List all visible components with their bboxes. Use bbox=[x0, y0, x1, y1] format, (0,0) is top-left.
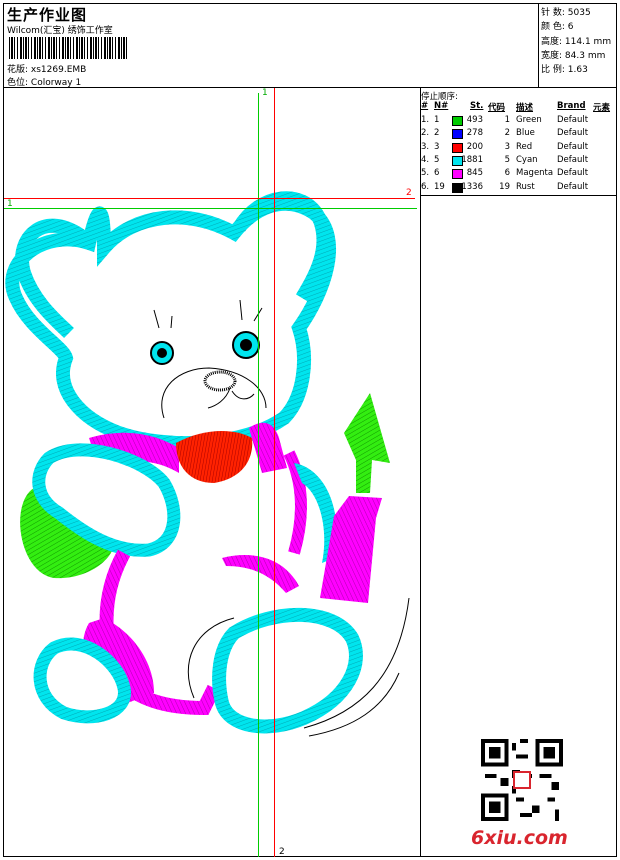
stitches-value: 5035 bbox=[567, 8, 591, 18]
eyes bbox=[150, 299, 263, 409]
pattern-label: 花版: bbox=[7, 65, 29, 75]
cell-code: 19 bbox=[499, 181, 510, 192]
guide-label-h1: 1 bbox=[7, 199, 13, 209]
colorway-value: Colorway 1 bbox=[30, 78, 82, 88]
guide-horizontal-green bbox=[4, 208, 417, 209]
guide-vertical-red bbox=[274, 88, 275, 857]
guide-label-v2: 2 bbox=[279, 847, 285, 857]
cell-code: 3 bbox=[504, 141, 510, 152]
guide-label-h2: 2 bbox=[406, 188, 412, 198]
col-element: 元素 bbox=[593, 103, 611, 113]
table-row: 6. 19 1336 19 Rust Default bbox=[421, 182, 616, 195]
cell-index: 3. bbox=[421, 141, 430, 152]
cell-index: 1. bbox=[421, 115, 430, 125]
arrow-flag bbox=[344, 393, 390, 493]
page-title: 生产作业图 bbox=[7, 6, 88, 24]
col-code: 代码 bbox=[488, 103, 506, 113]
cell-brand: Default bbox=[557, 141, 589, 152]
cell-stitches: 845 bbox=[466, 168, 483, 179]
col-needle: N# bbox=[434, 101, 449, 111]
col-brand: Brand bbox=[557, 101, 586, 111]
cell-needle: 2 bbox=[434, 128, 440, 139]
belly-curve bbox=[222, 555, 299, 593]
cell-stitches: 1336 bbox=[461, 181, 483, 192]
company-name: Wilcom(汇宝) 绣饰工作室 bbox=[7, 26, 113, 36]
color-swatch bbox=[452, 182, 463, 193]
cell-desc: Cyan bbox=[516, 154, 538, 165]
cell-needle: 3 bbox=[434, 141, 440, 152]
color-swatch bbox=[452, 155, 463, 166]
cell-needle: 19 bbox=[434, 181, 445, 192]
mouth bbox=[207, 387, 255, 409]
cell-code: 2 bbox=[504, 128, 510, 139]
width-label: 宽度: bbox=[541, 50, 563, 61]
cell-stitches: 493 bbox=[466, 115, 483, 125]
color-swatch bbox=[452, 129, 463, 140]
cell-desc: Rust bbox=[516, 181, 535, 192]
guide-label-v1: 1 bbox=[262, 88, 268, 98]
stats-panel: 针 数: 5035 颜 色: 6 高度: 114.1 mm 宽度: 84.3 m… bbox=[541, 6, 611, 77]
table-row: 4. 5 1881 5 Cyan Default bbox=[421, 155, 616, 168]
pattern-value: xs1269.EMB bbox=[30, 65, 87, 75]
collar-right bbox=[249, 422, 287, 473]
table-row: 5. 6 845 6 Magenta Default bbox=[421, 168, 616, 181]
colors-value: 6 bbox=[567, 22, 574, 33]
col-desc: 描述 bbox=[516, 103, 534, 113]
col-index: # bbox=[421, 101, 429, 111]
table-divider bbox=[420, 195, 617, 196]
cell-brand: Default bbox=[557, 181, 589, 192]
cell-index: 6. bbox=[421, 181, 430, 192]
table-header: # N# St. 代码 描述 Brand 元素 bbox=[421, 101, 616, 113]
embroidery-canvas bbox=[5, 191, 410, 737]
bear-head bbox=[5, 191, 336, 451]
stitches-label: 针 数: bbox=[541, 8, 565, 18]
col-stitches: St. bbox=[470, 101, 484, 111]
height-value: 114.1 mm bbox=[564, 36, 612, 47]
cell-desc: Green bbox=[516, 115, 542, 125]
cell-index: 5. bbox=[421, 168, 430, 179]
cell-needle: 1 bbox=[434, 115, 440, 125]
table-row: 2. 2 278 2 Blue Default bbox=[421, 128, 616, 141]
cell-index: 4. bbox=[421, 154, 430, 165]
table-row: 3. 3 200 3 Red Default bbox=[421, 142, 616, 155]
cell-brand: Default bbox=[557, 168, 589, 179]
cell-desc: Magenta bbox=[516, 168, 554, 179]
cell-brand: Default bbox=[557, 115, 589, 125]
color-swatch bbox=[452, 142, 463, 153]
cell-desc: Blue bbox=[516, 128, 535, 139]
pattern-row: 花版: xs1269.EMB bbox=[7, 62, 86, 75]
scale-value: 1.63 bbox=[567, 65, 588, 76]
bowtie bbox=[176, 431, 253, 483]
colors-label: 颜 色: bbox=[541, 22, 565, 33]
cell-brand: Default bbox=[557, 154, 589, 165]
qr-code bbox=[481, 739, 563, 821]
cell-brand: Default bbox=[557, 128, 589, 139]
cell-index: 2. bbox=[421, 128, 430, 139]
cell-stitches: 200 bbox=[466, 141, 483, 152]
watermark-logo: 6xiu.com bbox=[471, 827, 568, 849]
cell-needle: 5 bbox=[434, 154, 440, 165]
width-value: 84.3 mm bbox=[564, 50, 606, 61]
stats-divider bbox=[538, 3, 539, 87]
colorway-label: 色位: bbox=[7, 78, 29, 88]
right-foot bbox=[212, 607, 363, 734]
cell-stitches: 1881 bbox=[461, 154, 483, 165]
cell-needle: 6 bbox=[434, 168, 440, 179]
cell-stitches: 278 bbox=[466, 128, 483, 139]
cell-code: 6 bbox=[504, 168, 510, 179]
scale-label: 比 例: bbox=[541, 65, 565, 76]
panel-divider bbox=[420, 87, 421, 857]
color-swatch bbox=[452, 169, 463, 180]
colorway-row: 色位: Colorway 1 bbox=[7, 75, 81, 88]
table-row: 1. 1 493 1 Green Default bbox=[421, 115, 616, 128]
guide-horizontal-red bbox=[4, 198, 415, 199]
barcode bbox=[9, 37, 129, 59]
color-swatch bbox=[452, 116, 463, 126]
nose bbox=[203, 370, 237, 392]
cell-desc: Red bbox=[516, 141, 533, 152]
cell-code: 5 bbox=[504, 154, 510, 165]
height-label: 高度: bbox=[541, 36, 563, 47]
cell-code: 1 bbox=[504, 115, 510, 125]
